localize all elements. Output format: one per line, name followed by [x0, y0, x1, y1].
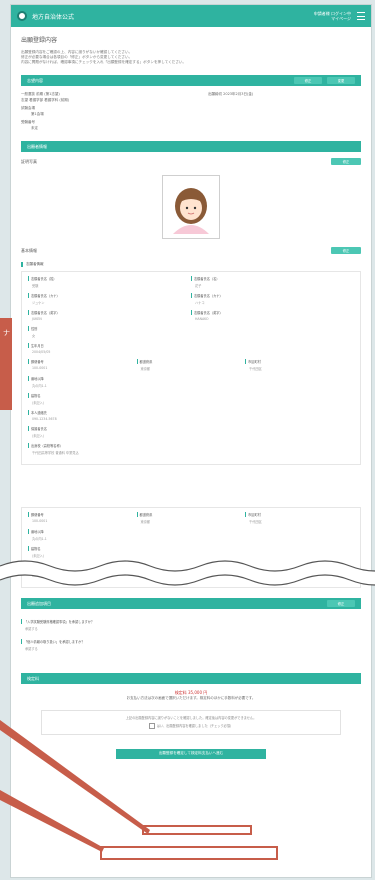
submit-highlight	[100, 846, 278, 860]
checkbox-highlight	[142, 825, 252, 835]
annotation-arrows	[0, 720, 150, 852]
